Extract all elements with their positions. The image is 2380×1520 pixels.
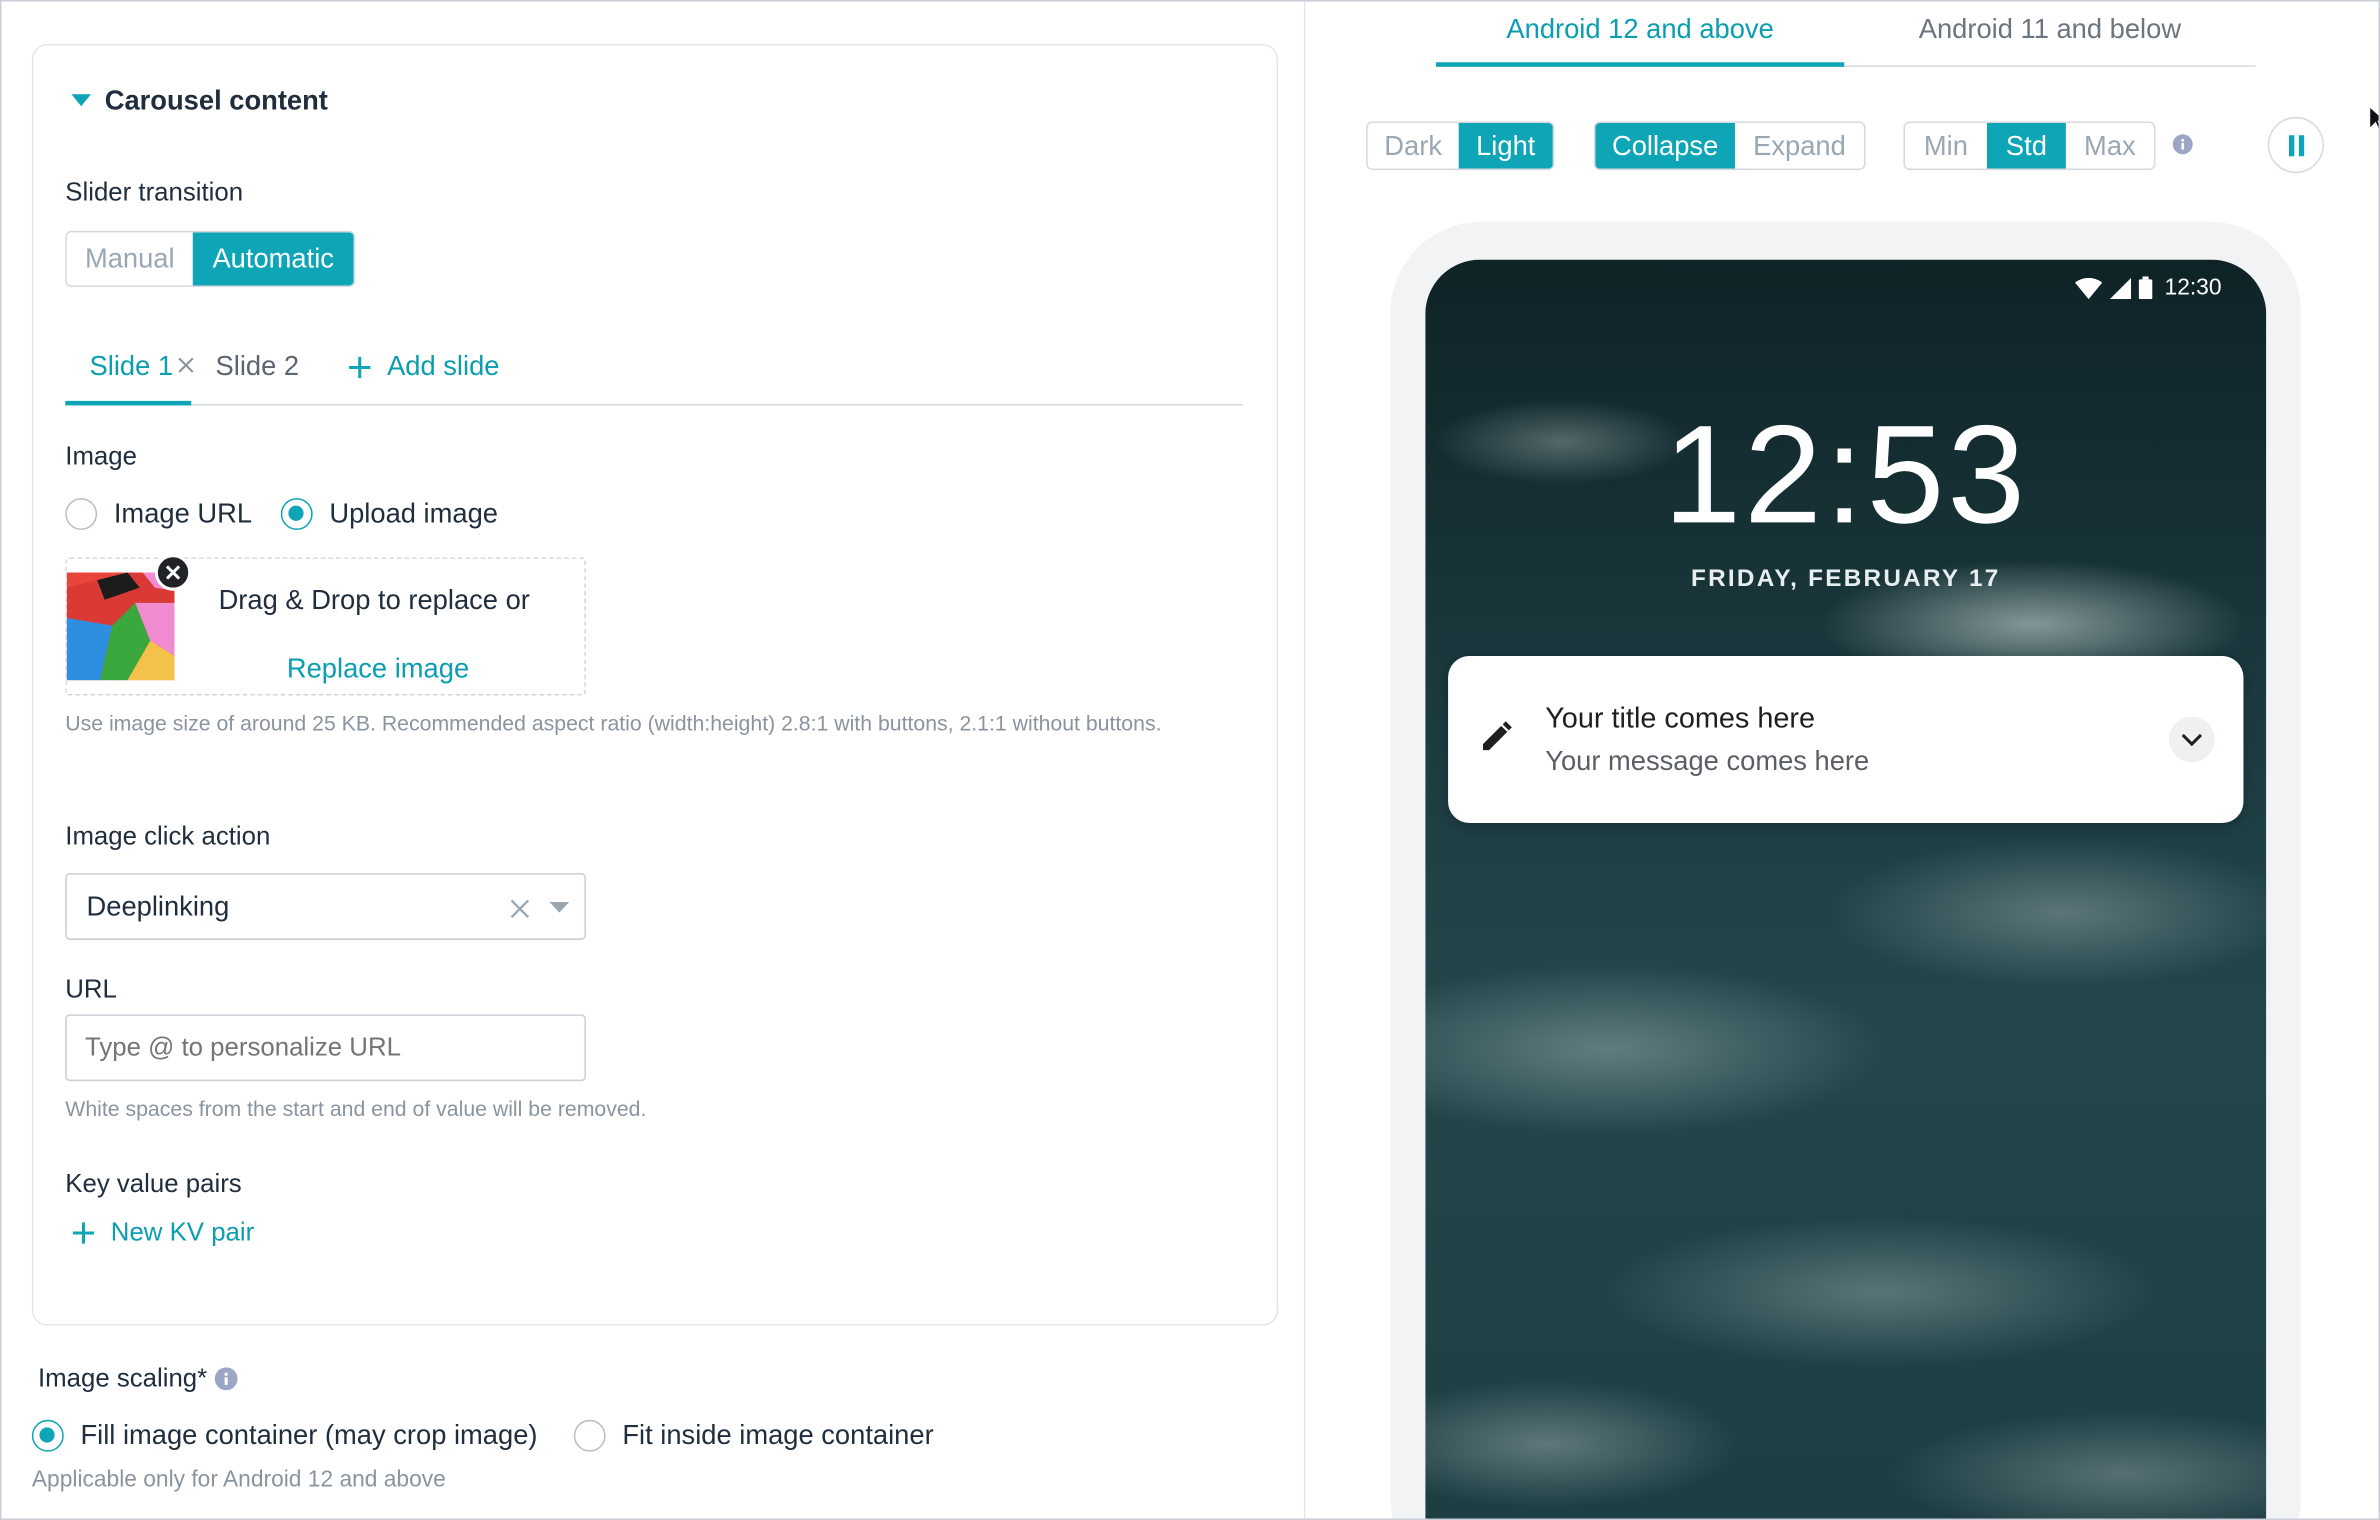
- pencil-icon: [1482, 721, 1512, 751]
- pause-button[interactable]: [2267, 116, 2324, 174]
- min-option[interactable]: Min: [1905, 123, 1987, 169]
- kv-pairs-label: Key value pairs: [65, 1169, 242, 1199]
- image-scaling-label: Image scaling*: [37, 1363, 208, 1393]
- image-hint: Use image size of around 25 KB. Recommen…: [65, 710, 1162, 735]
- slider-transition-toggle: Manual Automatic: [65, 230, 356, 287]
- notification-card[interactable]: [1448, 655, 2244, 824]
- new-kv-pair-button[interactable]: New KV pair: [71, 1218, 254, 1248]
- chevron-down-icon[interactable]: [549, 901, 570, 914]
- notification-title: Your title comes here: [1545, 703, 1816, 735]
- image-click-action-label: Image click action: [65, 821, 271, 851]
- tab-android-11[interactable]: Android 11 and below: [1844, 2, 2255, 66]
- tab-slide-1[interactable]: Slide 1: [65, 345, 194, 406]
- clear-icon[interactable]: [510, 899, 530, 919]
- section-header[interactable]: Carousel content: [71, 85, 328, 117]
- automatic-option[interactable]: Automatic: [192, 232, 354, 286]
- fit-inside-label: Fit inside image container: [622, 1419, 934, 1451]
- theme-toggle: Dark Light: [1366, 121, 1555, 171]
- std-option[interactable]: Std: [1986, 122, 2066, 169]
- uploaded-image-thumbnail: [66, 572, 175, 681]
- url-input[interactable]: [65, 1014, 586, 1082]
- scaling-hint: Applicable only for Android 12 and above: [31, 1466, 446, 1493]
- fit-inside-radio[interactable]: Fit inside image container: [573, 1419, 934, 1452]
- tab-android-11-label: Android 11 and below: [1918, 13, 2182, 45]
- replace-image-link[interactable]: Replace image: [287, 653, 469, 685]
- radio-circle: [65, 498, 98, 530]
- wifi-icon: [2074, 277, 2103, 299]
- section-title: Carousel content: [104, 85, 328, 116]
- chevron-down-icon: [2181, 733, 2203, 746]
- info-icon[interactable]: [213, 1367, 237, 1391]
- image-url-label: Image URL: [113, 498, 253, 529]
- status-bar: 12:30: [2074, 274, 2222, 301]
- upload-image-radio[interactable]: Upload image: [280, 498, 498, 530]
- tab-slide-2[interactable]: Slide 2: [216, 351, 300, 383]
- caret-down-icon: [71, 94, 92, 107]
- battery-icon: [2138, 276, 2153, 300]
- size-toggle: Min Std Max: [1903, 121, 2156, 171]
- radio-circle: [573, 1419, 606, 1452]
- panel-divider: [1303, 1, 1306, 1519]
- collapse-option[interactable]: Collapse: [1595, 122, 1735, 169]
- notification-expand-button[interactable]: [2169, 716, 2215, 763]
- drop-text: Drag & Drop to replace or: [218, 584, 530, 615]
- manual-option[interactable]: Manual: [67, 232, 193, 285]
- lockscreen-clock: 12:53: [1663, 397, 2029, 553]
- close-icon[interactable]: [178, 357, 195, 374]
- tab-android-12-label: Android 12 and above: [1506, 13, 1774, 45]
- image-url-radio[interactable]: Image URL: [65, 498, 252, 530]
- radio-circle-selected: [31, 1419, 64, 1452]
- view-toggle: Collapse Expand: [1593, 121, 1866, 171]
- light-option[interactable]: Light: [1458, 122, 1553, 169]
- dark-option[interactable]: Dark: [1368, 123, 1459, 169]
- notification-message: Your message comes here: [1545, 745, 1870, 776]
- max-option[interactable]: Max: [2066, 123, 2154, 169]
- expand-option[interactable]: Expand: [1735, 123, 1864, 169]
- pause-icon: [2288, 134, 2304, 156]
- status-time: 12:30: [2164, 274, 2222, 301]
- url-label: URL: [65, 974, 117, 1004]
- tab-slide-1-label: Slide 1: [89, 350, 174, 382]
- lockscreen-date: FRIDAY, FEBRUARY 17: [1690, 566, 2001, 593]
- close-icon: [165, 565, 181, 580]
- new-kv-pair-label: New KV pair: [110, 1217, 255, 1247]
- fill-container-label: Fill image container (may crop image): [80, 1419, 538, 1451]
- fill-container-radio[interactable]: Fill image container (may crop image): [31, 1419, 538, 1452]
- plus-icon: [72, 1222, 95, 1244]
- selected-value: Deeplinking: [86, 891, 230, 922]
- url-hint: White spaces from the start and end of v…: [65, 1096, 647, 1121]
- app-window: Carousel content Slider transition Manua…: [0, 0, 2380, 1520]
- tab-android-12[interactable]: Android 12 and above: [1435, 2, 1845, 67]
- add-slide-button[interactable]: Add slide: [348, 350, 500, 383]
- image-scaling-header: Image scaling*: [38, 1364, 238, 1394]
- info-icon[interactable]: [2172, 134, 2193, 155]
- slider-transition-label: Slider transition: [65, 177, 244, 207]
- add-slide-label: Add slide: [387, 350, 500, 382]
- remove-image-button[interactable]: [154, 554, 192, 591]
- cursor-icon: [2368, 104, 2379, 133]
- image-click-action-select[interactable]: Deeplinking: [65, 873, 586, 940]
- image-label: Image: [65, 441, 137, 471]
- upload-image-label: Upload image: [329, 498, 498, 529]
- signal-icon: [2109, 277, 2132, 299]
- radio-circle-selected: [280, 498, 313, 530]
- plus-icon: [349, 356, 371, 378]
